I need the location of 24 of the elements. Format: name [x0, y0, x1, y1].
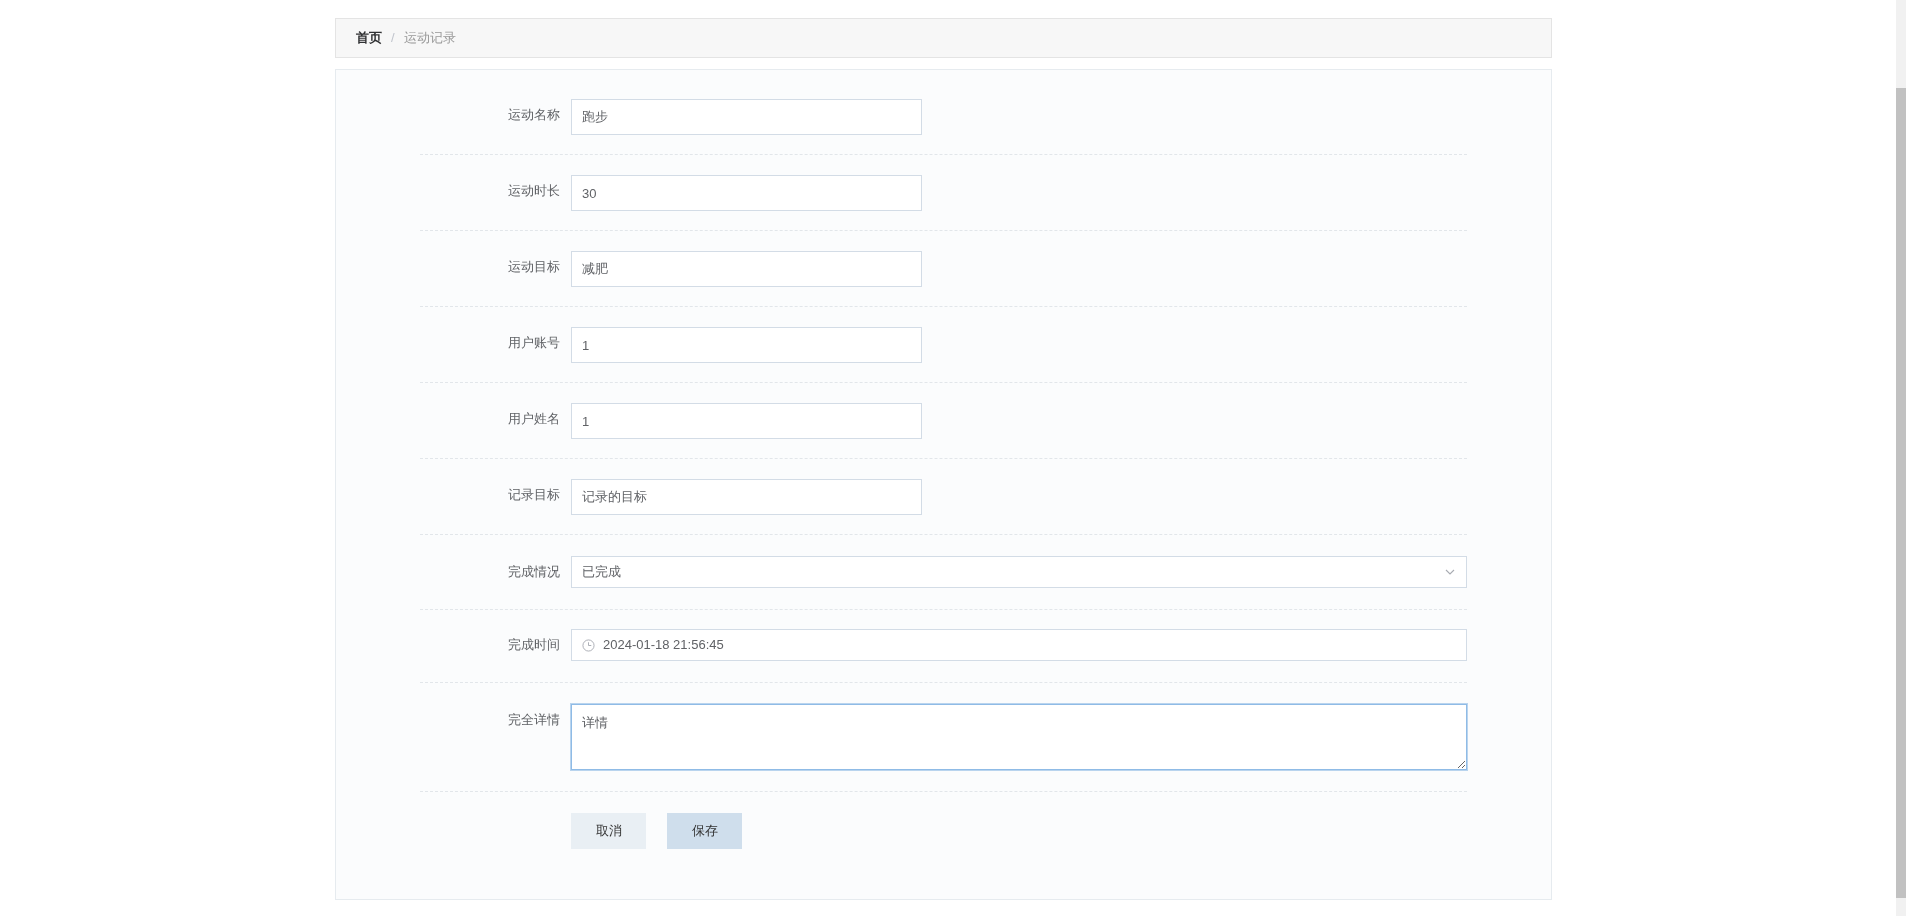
field-label: 运动时长	[507, 182, 561, 200]
datetime-picker[interactable]: 2024-01-18 21:56:45	[571, 629, 1467, 661]
breadcrumb-link[interactable]: 首页	[356, 28, 382, 48]
field-label: 记录目标	[507, 486, 561, 504]
details-textarea[interactable]: 详情	[571, 704, 1467, 770]
field-label: 完成情况	[507, 563, 561, 581]
text-input[interactable]: 记录的目标	[571, 479, 922, 515]
cancel-button[interactable]: 取消	[571, 813, 646, 849]
status-dropdown[interactable]: 已完成	[571, 556, 1467, 588]
field-label: 用户姓名	[507, 410, 561, 428]
field-label: 完全详情	[507, 711, 561, 729]
breadcrumb-separator: /	[391, 29, 395, 48]
text-input[interactable]: 跑步	[571, 99, 922, 135]
clock-icon	[582, 638, 595, 652]
text-input[interactable]: 减肥	[571, 251, 922, 287]
field-label: 运动名称	[507, 106, 561, 124]
text-input[interactable]: 1	[571, 403, 922, 439]
text-input[interactable]: 30	[571, 175, 922, 211]
save-button[interactable]: 保存	[667, 813, 742, 849]
field-label: 运动目标	[507, 258, 561, 276]
field-label: 完成时间	[507, 636, 561, 654]
text-input[interactable]: 1	[571, 327, 922, 363]
breadcrumb-current: 运动记录	[403, 29, 456, 48]
field-label: 用户账号	[507, 334, 561, 352]
